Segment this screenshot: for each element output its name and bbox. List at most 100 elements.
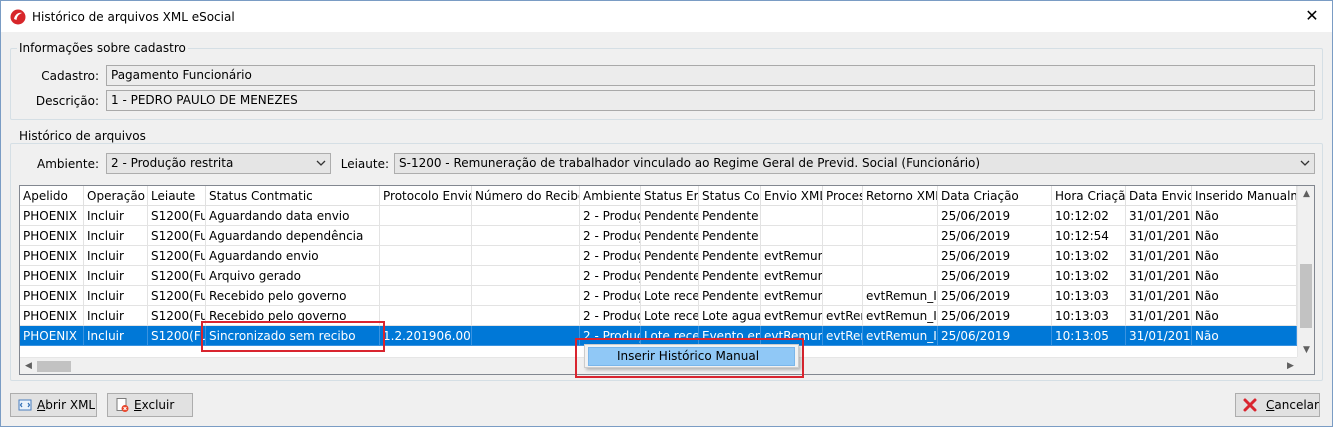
vertical-scroll-thumb[interactable] xyxy=(1300,264,1312,328)
table-cell xyxy=(472,306,580,326)
table-cell xyxy=(380,206,472,226)
table-cell xyxy=(823,266,863,286)
column-header[interactable]: Operação xyxy=(84,186,148,206)
table-cell: Incluir xyxy=(84,206,148,226)
column-header[interactable]: Protocolo Envio xyxy=(380,186,472,206)
column-header[interactable]: Data Envio xyxy=(1126,186,1192,206)
abrir-xml-button[interactable]: Abrir XML xyxy=(10,393,97,417)
excluir-mnemonic: E xyxy=(134,398,142,412)
table-cell: PHOENIX xyxy=(20,266,84,286)
column-header[interactable]: Número do Recibo xyxy=(472,186,580,206)
column-header[interactable]: Data Criação xyxy=(938,186,1052,206)
table-cell: PHOENIX xyxy=(20,326,84,346)
column-header[interactable]: Status Consulta xyxy=(699,186,761,206)
table-cell: 10:13:02 xyxy=(1052,246,1126,266)
historico-group-label: Histórico de arquivos xyxy=(17,129,148,143)
close-icon[interactable]: ✕ xyxy=(1302,6,1322,26)
table-cell: Pendente xyxy=(699,266,761,286)
cadastro-group-label: Informações sobre cadastro xyxy=(17,41,188,55)
dialog-window: Histórico de arquivos XML eSocial ✕ Info… xyxy=(0,0,1333,427)
table-cell xyxy=(823,206,863,226)
table-cell: Aguardando dependência xyxy=(206,226,380,246)
table-cell xyxy=(761,226,823,246)
column-header[interactable]: Status Envio xyxy=(641,186,699,206)
table-cell xyxy=(380,246,472,266)
scroll-left-icon[interactable]: ◀ xyxy=(20,358,37,374)
table-cell: 25/06/2019 xyxy=(938,246,1052,266)
table-cell: Pendente xyxy=(699,206,761,226)
context-menu-item-inserir-historico-manual[interactable]: Inserir Histórico Manual xyxy=(588,347,795,366)
column-header[interactable]: Envio XML xyxy=(761,186,823,206)
table-cell: 10:13:05 xyxy=(1052,326,1126,346)
cancel-x-icon xyxy=(1243,398,1257,412)
table-cell: 25/06/2019 xyxy=(938,326,1052,346)
table-cell: 10:13:02 xyxy=(1052,266,1126,286)
cadastro-label: Cadastro: xyxy=(41,69,99,83)
table-cell: Lote recebido xyxy=(641,306,699,326)
table-cell xyxy=(823,246,863,266)
table-cell: Pendente xyxy=(641,266,699,286)
abrir-xml-mnemonic: A xyxy=(37,398,46,412)
table-cell: 2 - Produção restrita xyxy=(580,246,641,266)
table-cell: 31/01/2019 xyxy=(1126,206,1192,226)
cancelar-button[interactable]: Cancelar xyxy=(1235,393,1320,417)
table-cell: Aguardando envio xyxy=(206,246,380,266)
horizontal-scroll-thumb[interactable] xyxy=(37,361,71,372)
table-cell: 25/06/2019 xyxy=(938,306,1052,326)
table-cell: 25/06/2019 xyxy=(938,226,1052,246)
leiaute-label: Leiaute: xyxy=(340,157,389,171)
leiaute-select[interactable]: S-1200 - Remuneração de trabalhador vinc… xyxy=(394,153,1315,174)
table-cell: S1200(Funcionário) xyxy=(148,286,206,306)
table-cell: Incluir xyxy=(84,326,148,346)
table-cell: S1200(Funcionário) xyxy=(148,246,206,266)
column-header[interactable]: Hora Criação xyxy=(1052,186,1126,206)
vertical-scrollbar[interactable]: ▲ ▼ xyxy=(1297,186,1314,359)
table-cell xyxy=(472,266,580,286)
table-cell: S1200(Funcionário) xyxy=(148,266,206,286)
table-cell: 2 - Produção restrita xyxy=(580,266,641,286)
table-cell: Não xyxy=(1192,306,1297,326)
descricao-label: Descrição: xyxy=(35,94,99,108)
column-header[interactable]: Inserido Manualmente xyxy=(1192,186,1297,206)
table-cell xyxy=(472,226,580,246)
table-cell xyxy=(472,246,580,266)
table-cell: 31/01/2019 xyxy=(1126,306,1192,326)
column-header[interactable]: Apelido xyxy=(20,186,84,206)
delete-document-icon xyxy=(116,398,129,412)
table-cell: Arquivo gerado xyxy=(206,266,380,286)
table-cell: Não xyxy=(1192,226,1297,246)
table-cell xyxy=(863,246,938,266)
table-cell: Incluir xyxy=(84,306,148,326)
table-cell: evtRemun_IN xyxy=(863,326,938,346)
table-cell xyxy=(380,286,472,306)
table-cell: Incluir xyxy=(84,246,148,266)
leiaute-value: S-1200 - Remuneração de trabalhador vinc… xyxy=(399,156,981,170)
cadastro-field[interactable]: Pagamento Funcionário xyxy=(106,65,1315,86)
table-cell: evtRemun_IN xyxy=(863,306,938,326)
table-cell: S1200(Funcionário) xyxy=(148,226,206,246)
ambiente-label: Ambiente: xyxy=(37,157,99,171)
table-cell: PHOENIX xyxy=(20,226,84,246)
table-cell: 10:12:54 xyxy=(1052,226,1126,246)
column-header[interactable]: Status Contmatic xyxy=(206,186,380,206)
column-header[interactable]: Ambiente xyxy=(580,186,641,206)
table-cell: Não xyxy=(1192,206,1297,226)
scroll-up-icon[interactable]: ▲ xyxy=(1298,186,1314,203)
column-header[interactable]: Retorno XML xyxy=(863,186,938,206)
excluir-button[interactable]: Excluir xyxy=(107,393,193,417)
table-cell: 10:13:03 xyxy=(1052,306,1126,326)
xml-document-icon xyxy=(18,399,32,411)
ambiente-select[interactable]: 2 - Produção restrita xyxy=(106,153,331,174)
table-cell: S1200(Funcionário) xyxy=(148,306,206,326)
column-header[interactable]: Processamento xyxy=(823,186,863,206)
column-header[interactable]: Leiaute xyxy=(148,186,206,206)
table-cell xyxy=(863,266,938,286)
descricao-field[interactable]: 1 - PEDRO PAULO DE MENEZES xyxy=(106,90,1315,111)
chevron-down-icon xyxy=(316,160,326,166)
table-cell: 2 - Produção restrita xyxy=(580,206,641,226)
title-bar: Histórico de arquivos XML eSocial ✕ xyxy=(1,1,1332,32)
table-cell: Aguardando data envio xyxy=(206,206,380,226)
scroll-corner xyxy=(1297,357,1314,374)
app-logo-icon xyxy=(10,9,26,25)
table-cell: evtRemun_IN xyxy=(863,286,938,306)
